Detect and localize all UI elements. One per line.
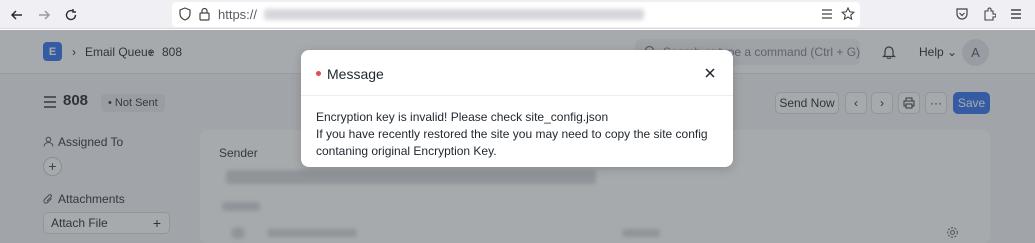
reload-icon[interactable] <box>60 4 82 26</box>
url-bar[interactable]: https:// <box>172 2 860 27</box>
forward-icon[interactable] <box>33 4 55 26</box>
dialog-title: Message <box>327 66 384 82</box>
pocket-icon[interactable] <box>955 7 969 21</box>
indicator-dot <box>316 71 321 76</box>
dialog-message-line: Encryption key is invalid! Please check … <box>316 110 609 124</box>
url-text: https:// <box>218 7 258 22</box>
menu-icon[interactable] <box>1009 7 1023 21</box>
close-icon[interactable] <box>703 66 717 80</box>
extensions-icon[interactable] <box>982 7 996 21</box>
browser-toolbar: https:// <box>0 0 1035 29</box>
message-dialog: Message Encryption key is invalid! Pleas… <box>301 50 733 167</box>
dialog-body: Encryption key is invalid! Please check … <box>316 109 726 160</box>
reader-icon[interactable] <box>820 7 834 21</box>
dialog-message-line: contaning original Encryption Key. <box>316 144 497 158</box>
dialog-header: Message <box>301 50 733 96</box>
url-redacted <box>264 9 644 20</box>
dialog-message-line: If you have recently restored the site y… <box>316 127 708 141</box>
bookmark-star-icon[interactable] <box>841 7 855 21</box>
shield-icon[interactable] <box>179 7 191 21</box>
lock-icon[interactable] <box>199 7 210 21</box>
back-icon[interactable] <box>6 4 28 26</box>
